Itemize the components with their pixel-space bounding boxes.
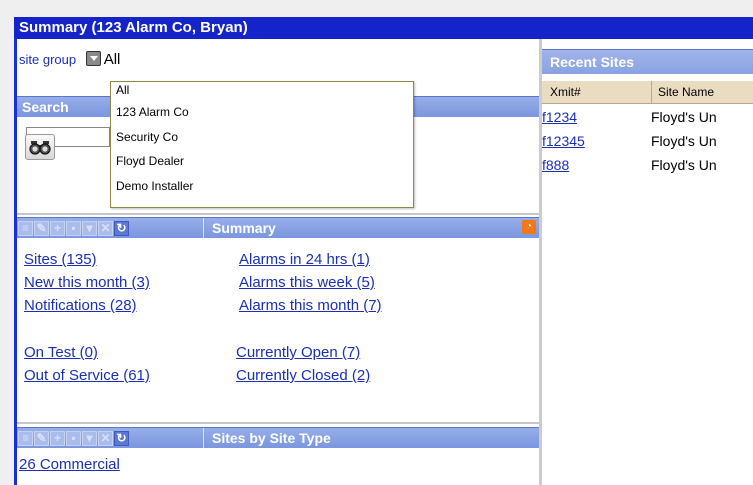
xmit-link[interactable]: f12345 — [542, 130, 585, 152]
alarms-24hrs-link[interactable]: Alarms in 24 hrs (1) — [239, 251, 370, 268]
dropdown-option[interactable]: Demo Installer — [111, 176, 413, 201]
alarms-week-link[interactable]: Alarms this week (5) — [239, 274, 375, 291]
save-icon[interactable]: ▪ — [66, 220, 81, 236]
search-title: Search — [22, 99, 69, 115]
summary-title: Summary — [203, 218, 276, 238]
filter-icon[interactable]: ▾ — [82, 430, 97, 446]
site-name-cell: Floyd's Un — [651, 109, 717, 125]
alarms-month-link[interactable]: Alarms this month (7) — [239, 297, 382, 314]
site-group-dropdown: All 123 Alarm Co Security Co Floyd Deale… — [110, 81, 414, 208]
xmit-link[interactable]: f1234 — [542, 106, 577, 128]
table-row: f1234 Floyd's Un — [542, 106, 753, 128]
site-group-selected: All — [103, 51, 121, 68]
delete-icon[interactable]: ✕ — [98, 220, 113, 236]
notifications-link[interactable]: Notifications (28) — [24, 297, 137, 314]
site-name-cell: Floyd's Un — [651, 157, 717, 173]
site-group-control: site group All — [19, 50, 120, 70]
search-button[interactable] — [25, 134, 55, 160]
xmit-link[interactable]: f888 — [542, 154, 569, 176]
refresh-icon[interactable]: ↻ — [114, 430, 129, 446]
edit-icon[interactable]: ✎ — [34, 430, 49, 446]
dropdown-option[interactable]: Floyd Dealer — [111, 151, 413, 176]
add-icon[interactable]: + — [50, 430, 65, 446]
chevron-down-icon[interactable] — [85, 51, 101, 66]
site-type-item[interactable]: 26 Commercial — [19, 456, 120, 473]
site-type-toolbar: ≡ ✎ + ▪ ▾ ✕ ↻ — [17, 428, 129, 448]
recent-sites-header: Recent Sites — [542, 49, 753, 74]
dropdown-option[interactable]: Security Co — [111, 127, 413, 152]
table-row: f888 Floyd's Un — [542, 154, 753, 176]
column-header-xmit[interactable]: Xmit# — [550, 81, 581, 103]
save-icon[interactable]: ▪ — [66, 430, 81, 446]
column-header-site-name[interactable]: Site Name — [651, 81, 714, 103]
divider — [17, 213, 539, 215]
currently-closed-link[interactable]: Currently Closed (2) — [236, 367, 370, 384]
on-test-link[interactable]: On Test (0) — [24, 344, 98, 361]
filter-icon[interactable]: ▾ — [82, 220, 97, 236]
divider — [17, 422, 539, 424]
add-icon[interactable]: + — [50, 220, 65, 236]
dropdown-option[interactable]: All — [111, 82, 413, 102]
summary-toolbar: ≡ ✎ + ▪ ▾ ✕ ↻ — [17, 218, 129, 238]
table-row: f12345 Floyd's Un — [542, 130, 753, 152]
binoculars-icon — [29, 141, 51, 155]
site-group-label: site group — [19, 52, 77, 67]
sites-link[interactable]: Sites (135) — [24, 251, 97, 268]
rss-icon[interactable]: ◔ — [522, 220, 536, 234]
new-this-month-link[interactable]: New this month (3) — [24, 274, 150, 291]
site-type-header: ≡ ✎ + ▪ ▾ ✕ ↻ Sites by Site Type — [17, 427, 539, 448]
list-icon[interactable]: ≡ — [18, 220, 33, 236]
recent-sites-table-header: Xmit# Site Name — [542, 81, 753, 104]
out-of-service-link[interactable]: Out of Service (61) — [24, 367, 150, 384]
refresh-icon[interactable]: ↻ — [114, 220, 129, 236]
list-icon[interactable]: ≡ — [18, 430, 33, 446]
edit-icon[interactable]: ✎ — [34, 220, 49, 236]
recent-sites-title: Recent Sites — [550, 54, 635, 70]
site-group-select[interactable]: All — [80, 50, 121, 70]
window-title: Summary (123 Alarm Co, Bryan) — [14, 17, 753, 39]
currently-open-link[interactable]: Currently Open (7) — [236, 344, 360, 361]
dropdown-option[interactable]: 123 Alarm Co — [111, 102, 413, 127]
summary-header: ≡ ✎ + ▪ ▾ ✕ ↻ Summary ◔ — [17, 217, 539, 238]
site-name-cell: Floyd's Un — [651, 133, 717, 149]
site-type-title: Sites by Site Type — [203, 428, 331, 448]
delete-icon[interactable]: ✕ — [98, 430, 113, 446]
